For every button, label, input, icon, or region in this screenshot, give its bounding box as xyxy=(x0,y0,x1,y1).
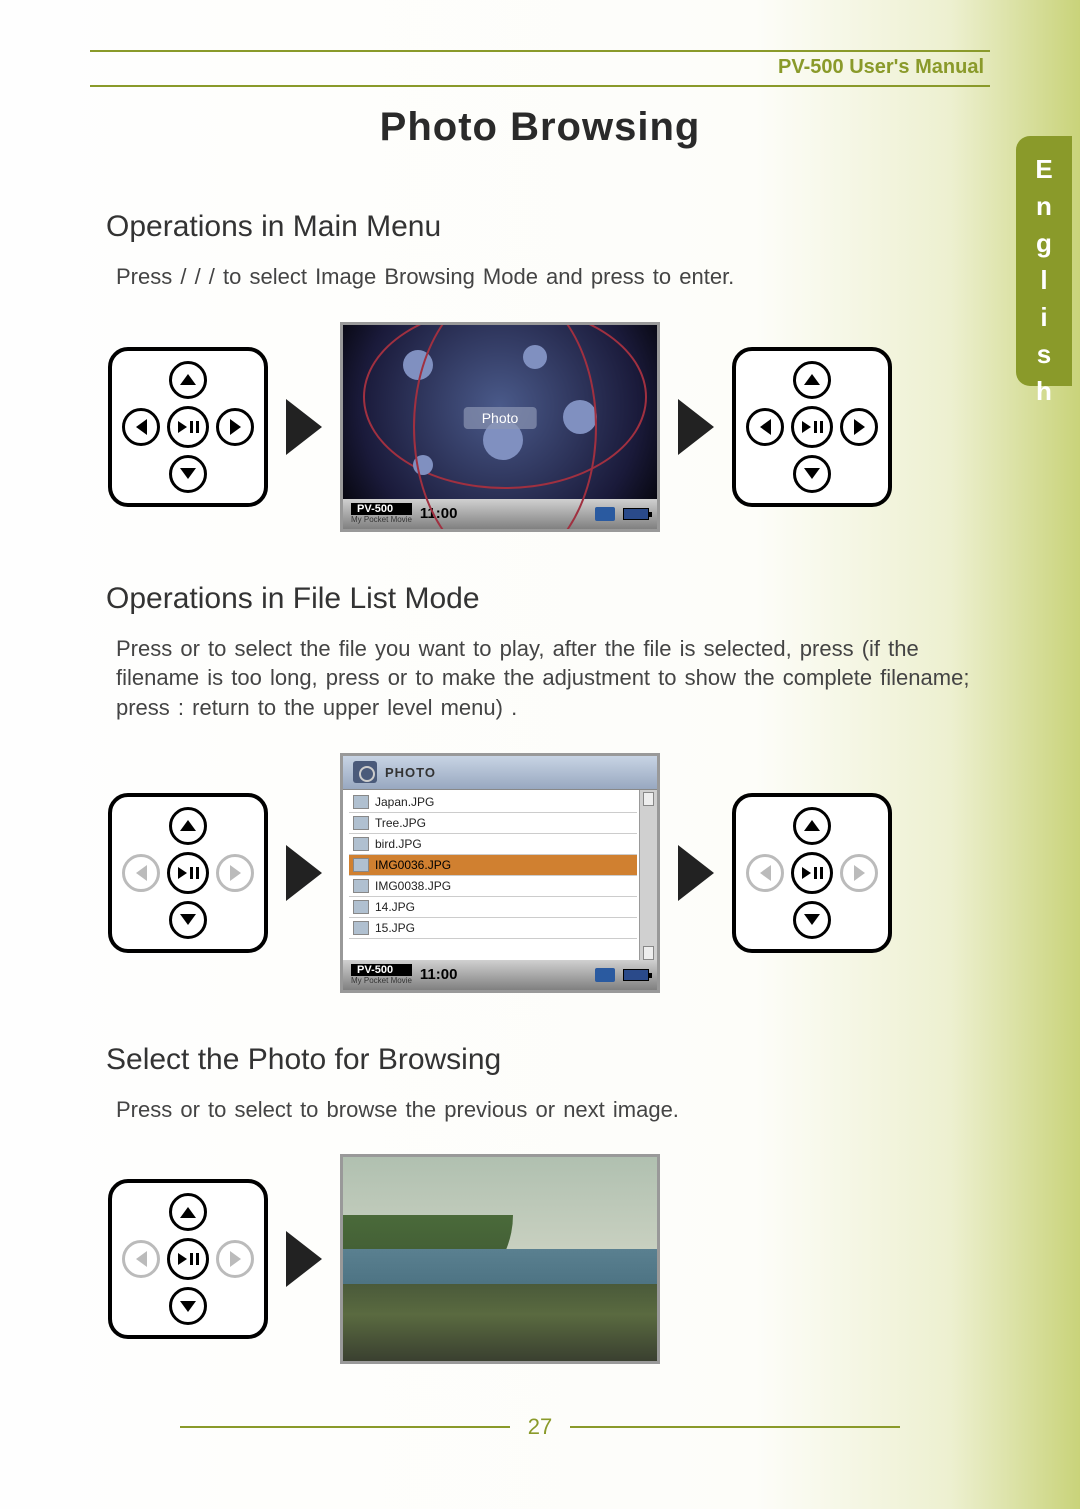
dpad-icon xyxy=(732,793,892,953)
section3-row xyxy=(108,1154,990,1364)
dpad-down-icon xyxy=(169,455,207,493)
photo-preview-screenshot xyxy=(340,1154,660,1364)
page-title: Photo Browsing xyxy=(90,105,990,150)
dpad-center-icon xyxy=(791,852,833,894)
dpad-left-icon xyxy=(746,854,784,892)
file-icon xyxy=(353,858,369,872)
screen-model: PV-500 xyxy=(351,503,412,515)
section2-heading: Operations in File List Mode xyxy=(106,582,990,616)
file-name: IMG0036.JPG xyxy=(375,858,451,872)
battery-icon xyxy=(623,969,649,981)
page-footer: 27 xyxy=(90,1414,990,1440)
file-row: IMG0038.JPG xyxy=(349,876,637,897)
screen-mode-label: Photo xyxy=(464,407,537,429)
section2-text: Press or to select the file you want to … xyxy=(116,634,990,723)
section1-text: Press / / / to select Image Browsing Mod… xyxy=(116,262,990,292)
dpad-up-icon xyxy=(169,361,207,399)
file-row: 15.JPG xyxy=(349,918,637,939)
section2-row: PHOTO Japan.JPG Tree.JPG bird.JPG IMG0036.J… xyxy=(108,753,990,993)
dpad-up-icon xyxy=(793,361,831,399)
file-list-header: PHOTO xyxy=(385,765,436,780)
sd-icon xyxy=(595,507,615,521)
screen-subtitle: My Pocket Movie xyxy=(351,976,412,985)
dpad-down-icon xyxy=(169,901,207,939)
file-icon xyxy=(353,816,369,830)
camera-icon xyxy=(353,761,377,783)
dpad-left-icon xyxy=(746,408,784,446)
dpad-icon xyxy=(732,347,892,507)
section1-row: Photo PV-500 My Pocket Movie 11:00 xyxy=(108,322,990,532)
dpad-left-icon xyxy=(122,408,160,446)
dpad-right-icon xyxy=(840,854,878,892)
sd-icon xyxy=(595,968,615,982)
dpad-down-icon xyxy=(169,1287,207,1325)
arrow-icon xyxy=(678,399,714,455)
main-menu-screenshot: Photo PV-500 My Pocket Movie 11:00 xyxy=(340,322,660,532)
arrow-icon xyxy=(678,845,714,901)
screen-model: PV-500 xyxy=(351,964,412,976)
file-name: Japan.JPG xyxy=(375,795,434,809)
screen-time: 11:00 xyxy=(420,966,458,983)
dpad-icon xyxy=(108,1179,268,1339)
dpad-down-icon xyxy=(793,455,831,493)
dpad-up-icon xyxy=(169,807,207,845)
file-icon xyxy=(353,921,369,935)
dpad-down-icon xyxy=(793,901,831,939)
file-row: Japan.JPG xyxy=(349,792,637,813)
dpad-center-icon xyxy=(167,1238,209,1280)
file-row: Tree.JPG xyxy=(349,813,637,834)
file-name: 14.JPG xyxy=(375,900,415,914)
file-row: 14.JPG xyxy=(349,897,637,918)
dpad-left-icon xyxy=(122,1240,160,1278)
file-icon xyxy=(353,900,369,914)
dpad-icon xyxy=(108,347,268,507)
arrow-icon xyxy=(286,845,322,901)
file-name: Tree.JPG xyxy=(375,816,426,830)
dpad-right-icon xyxy=(216,854,254,892)
battery-icon xyxy=(623,508,649,520)
section3-text: Press or to select to browse the previou… xyxy=(116,1095,990,1125)
file-name: bird.JPG xyxy=(375,837,422,851)
file-icon xyxy=(353,879,369,893)
dpad-up-icon xyxy=(169,1193,207,1231)
file-name: IMG0038.JPG xyxy=(375,879,451,893)
file-icon xyxy=(353,837,369,851)
file-row: IMG0036.JPG xyxy=(349,855,637,876)
screen-time: 11:00 xyxy=(420,505,458,522)
scrollbar xyxy=(639,790,657,962)
file-icon xyxy=(353,795,369,809)
dpad-right-icon xyxy=(216,1240,254,1278)
dpad-up-icon xyxy=(793,807,831,845)
page: PV-500 User's Manual Photo Browsing Oper… xyxy=(0,0,1080,1480)
dpad-center-icon xyxy=(791,406,833,448)
dpad-left-icon xyxy=(122,854,160,892)
arrow-icon xyxy=(286,1231,322,1287)
dpad-right-icon xyxy=(840,408,878,446)
file-row: bird.JPG xyxy=(349,834,637,855)
file-list-screenshot: PHOTO Japan.JPG Tree.JPG bird.JPG IMG0036.J… xyxy=(340,753,660,993)
screen-subtitle: My Pocket Movie xyxy=(351,515,412,524)
page-number: 27 xyxy=(528,1414,552,1440)
section1-heading: Operations in Main Menu xyxy=(106,210,990,244)
dpad-center-icon xyxy=(167,406,209,448)
section3-heading: Select the Photo for Browsing xyxy=(106,1043,990,1077)
header-rule-top xyxy=(90,50,990,52)
dpad-center-icon xyxy=(167,852,209,894)
dpad-icon xyxy=(108,793,268,953)
dpad-right-icon xyxy=(216,408,254,446)
arrow-icon xyxy=(286,399,322,455)
file-name: 15.JPG xyxy=(375,921,415,935)
header-manual-title: PV-500 User's Manual xyxy=(90,56,990,87)
